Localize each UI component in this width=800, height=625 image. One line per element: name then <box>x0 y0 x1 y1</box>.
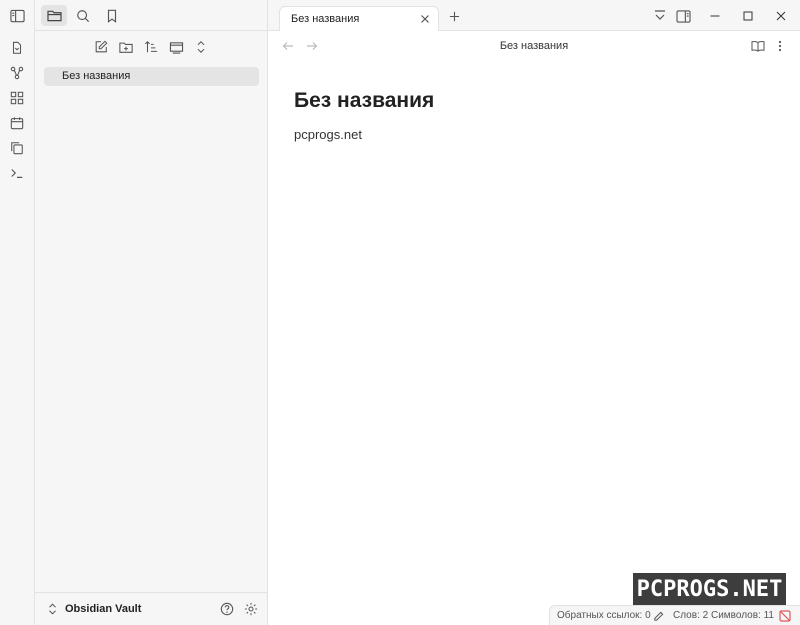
minimize-icon <box>710 15 720 17</box>
quick-switcher-icon <box>12 41 22 54</box>
ribbon <box>0 0 35 625</box>
calendar-icon <box>10 117 24 130</box>
new-tab-button[interactable] <box>444 6 464 26</box>
new-note-button[interactable] <box>90 36 112 58</box>
left-sidebar: Без названия Obsidian Vault <box>9 0 268 625</box>
collapse-all-button[interactable] <box>190 36 212 58</box>
maximize-button[interactable] <box>737 5 759 27</box>
tab-bar: Без названия <box>268 0 800 31</box>
daily-note-button[interactable] <box>6 112 28 134</box>
pencil-icon <box>653 611 663 621</box>
reading-view-button[interactable] <box>748 36 768 56</box>
note-body-line[interactable]: pcprogs.net <box>294 127 362 142</box>
search-icon <box>77 9 90 22</box>
tab-files[interactable] <box>41 5 67 26</box>
new-folder-icon <box>119 42 133 53</box>
editing-mode-button[interactable] <box>650 608 666 624</box>
tab-search[interactable] <box>70 5 96 26</box>
canvas-button[interactable] <box>6 87 28 109</box>
more-vertical-icon <box>778 40 782 52</box>
sidebar-tab-header <box>9 0 268 31</box>
folder-icon <box>46 10 62 22</box>
book-open-icon <box>751 40 765 52</box>
gear-icon <box>244 602 258 616</box>
plus-icon <box>449 11 459 21</box>
file-explorer-actions <box>35 36 268 58</box>
minimize-button[interactable] <box>704 5 726 27</box>
vault-switcher-button[interactable] <box>48 603 57 615</box>
new-folder-button[interactable] <box>115 36 137 58</box>
toggle-sidebar-button[interactable] <box>4 5 30 26</box>
settings-button[interactable] <box>241 599 261 619</box>
tab-bookmarks[interactable] <box>99 5 125 26</box>
note-heading[interactable]: Без названия <box>294 89 434 113</box>
new-note-icon <box>95 40 108 53</box>
auto-reveal-icon <box>169 41 183 54</box>
vault-name[interactable]: Obsidian Vault <box>65 603 141 615</box>
close-icon <box>776 11 786 21</box>
maximize-icon <box>743 11 753 21</box>
toggle-right-sidebar-button[interactable] <box>672 5 694 27</box>
status-bar: Обратных ссылок: 0 Слов: 2 Символов: 11 <box>549 605 800 625</box>
chevron-down-icon <box>655 10 665 20</box>
auto-reveal-button[interactable] <box>165 36 187 58</box>
sidebar-toggle-icon <box>9 9 25 22</box>
sync-status-button[interactable] <box>777 608 793 624</box>
close-icon <box>421 15 429 23</box>
close-window-button[interactable] <box>770 5 792 27</box>
tab-untitled[interactable]: Без названия <box>279 6 439 31</box>
help-icon <box>220 602 234 616</box>
more-options-button[interactable] <box>770 36 790 56</box>
chevrons-up-down-icon <box>49 603 56 615</box>
open-quick-switcher-button[interactable] <box>6 37 28 59</box>
view-title[interactable]: Без названия <box>268 40 800 52</box>
tab-title: Без названия <box>291 13 360 25</box>
graph-view-button[interactable] <box>6 62 28 84</box>
word-count: Слов: 2 <box>673 610 709 621</box>
terminal-icon <box>11 169 23 178</box>
help-button[interactable] <box>217 599 237 619</box>
command-palette-button[interactable] <box>6 162 28 184</box>
copy-icon <box>11 142 23 155</box>
watermark-logo: PCPROGS.NET <box>633 573 786 607</box>
sort-icon <box>144 41 158 53</box>
sort-button[interactable] <box>140 36 162 58</box>
tab-list-button[interactable] <box>649 5 671 27</box>
graph-view-icon <box>10 66 24 80</box>
vault-switcher: Obsidian Vault <box>35 592 268 625</box>
bookmark-icon <box>107 9 117 23</box>
sync-off-icon <box>779 610 791 622</box>
editor-content[interactable]: Без названия pcprogs.net <box>268 61 800 601</box>
close-tab-button[interactable] <box>416 10 434 28</box>
templates-button[interactable] <box>6 137 28 159</box>
canvas-icon <box>10 91 24 105</box>
right-sidebar-icon <box>675 9 691 23</box>
character-count: Символов: 11 <box>711 610 774 621</box>
chevrons-up-down-icon <box>197 41 205 53</box>
backlinks-count[interactable]: Обратных ссылок: 0 <box>557 610 651 621</box>
file-tree-item[interactable]: Без названия <box>44 67 259 86</box>
view-header: Без названия <box>268 31 800 61</box>
